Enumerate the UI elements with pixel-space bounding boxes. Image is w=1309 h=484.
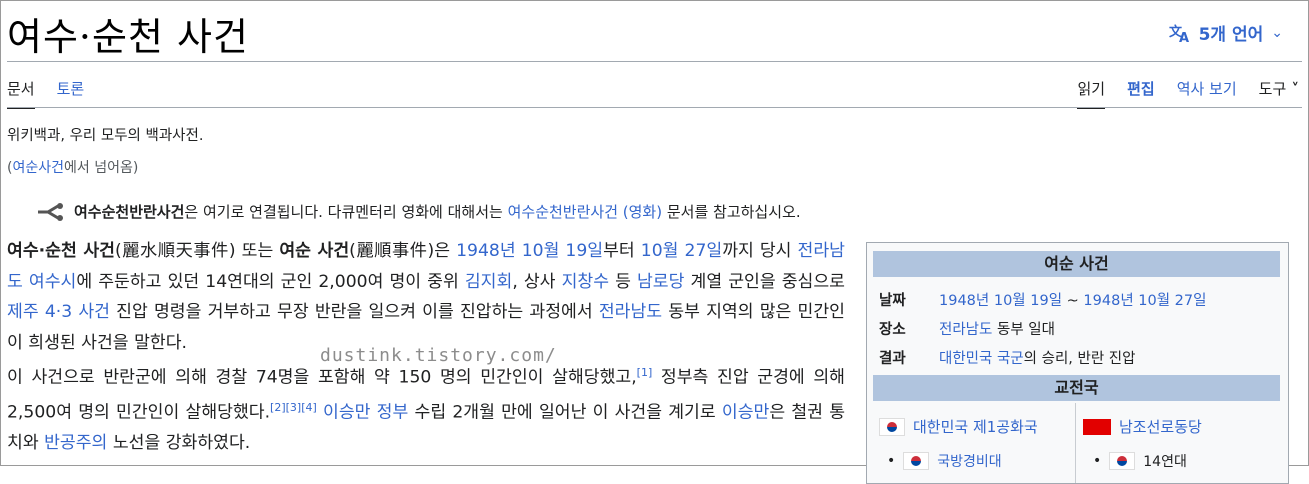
infobox-label: 날짜 — [879, 293, 906, 309]
infobox-label: 결과 — [879, 351, 906, 367]
bullet: • — [887, 453, 896, 469]
bold-term: 여순 사건 — [279, 241, 350, 261]
south-korea-flag-icon — [879, 417, 905, 436]
tab-tools[interactable]: 도구 ˅ — [1259, 78, 1299, 109]
link-date-end[interactable]: 10월 27일 — [641, 241, 722, 261]
belligerent-b: 남조선로동당 — [1083, 416, 1202, 437]
title-divider — [7, 61, 1302, 62]
link-yeosu[interactable]: 여수시 — [29, 272, 76, 292]
hatnote-text-1: 은 여기로 연결됩니다. 다큐멘터리 영화에 대해서는 — [184, 203, 508, 221]
belligerent-a: 대한민국 제1공화국 — [879, 416, 1038, 437]
south-korea-flag-icon — [903, 452, 930, 470]
infobox-title: 여순 사건 — [873, 251, 1280, 277]
text: 까지 당시 — [722, 241, 798, 261]
tab-talk[interactable]: 토론 — [57, 78, 85, 109]
link-place[interactable]: 전라남도 — [939, 322, 992, 338]
text: 이 사건으로 반란군에 의해 경찰 74명을 포함해 약 150 명의 민간인이… — [7, 367, 637, 388]
regiment-label: 14연대 — [1143, 454, 1187, 470]
bullet: • — [1093, 453, 1102, 469]
infobox: 여순 사건 날짜 1948년 10월 19일 ~ 1948년 10월 27일 장… — [866, 242, 1289, 484]
bold-term: 여수·순천 사건 — [7, 241, 115, 261]
hatnote-link[interactable]: 여수순천반란사건 (영화) — [508, 203, 662, 221]
south-korea-flag-icon — [1109, 452, 1136, 470]
link-namnodang-infobox[interactable]: 남조선로동당 — [1119, 416, 1202, 437]
citation-2[interactable]: [2] — [270, 401, 286, 414]
infobox-label: 장소 — [879, 322, 906, 338]
redirect-notice: (여순사건에서 넘어옴) — [7, 157, 138, 177]
text: 수립 2개월 만에 일어난 이 사건을 계기로 — [408, 402, 722, 423]
taegeuk-symbol — [887, 421, 897, 432]
page-title: 여수·순천 사건 — [7, 15, 249, 59]
tab-tools-label: 도구 — [1258, 80, 1287, 98]
language-button[interactable]: 文 A 5개 언어 ⌄ — [1169, 20, 1283, 46]
belligerents-divider — [1075, 403, 1076, 483]
link-start-date[interactable]: 1948년 10월 19일 — [939, 293, 1062, 309]
chevron-down-icon: ⌄ — [1271, 24, 1283, 41]
text: 부터 — [603, 241, 641, 261]
place-text: 동부 일대 — [992, 322, 1055, 338]
link-rhee-government[interactable]: 이승만 정부 — [323, 403, 408, 423]
link-constabulary[interactable]: 국방경비대 — [937, 451, 1001, 471]
hatnote-text-2: 문서를 참고하십시오. — [662, 203, 801, 221]
tab-history[interactable]: 역사 보기 — [1177, 78, 1237, 109]
belligerent-a-sub: • 국방경비대 — [887, 451, 1002, 471]
tab-read[interactable]: 읽기 — [1077, 78, 1106, 109]
citation-4[interactable]: [4] — [301, 401, 317, 414]
language-button-label: 5개 언어 — [1198, 25, 1264, 45]
infobox-value: 대한민국 국군의 승리, 반란 진압 — [939, 347, 1135, 368]
link-jeollanam-do-2[interactable]: 전라남도 — [599, 302, 662, 322]
hatnote-bold: 여수순천반란사건 — [74, 203, 185, 221]
text: (麗順事件)은 — [349, 241, 457, 261]
red-flag-icon — [1083, 418, 1111, 435]
redirect-rest: 에서 넘어옴) — [64, 160, 139, 176]
infobox-row-date: 날짜 1948년 10월 19일 ~ 1948년 10월 27일 — [879, 289, 1206, 310]
watermark: dustink.tistory.com/ — [320, 345, 557, 366]
link-rok-army[interactable]: 대한민국 국군 — [939, 351, 1024, 367]
tab-article[interactable]: 문서 — [7, 78, 35, 109]
hatnote: 여수순천반란사건은 여기로 연결됩니다. 다큐멘터리 영화에 대해서는 여수순천… — [36, 201, 801, 222]
infobox-value: 전라남도 동부 일대 — [939, 318, 1055, 339]
redirect-link[interactable]: 여순사건 — [12, 160, 64, 176]
tab-edit[interactable]: 편집 — [1127, 78, 1155, 109]
text: 노선을 강화하였다. — [107, 433, 251, 454]
link-namnodang[interactable]: 남로당 — [637, 272, 684, 292]
chevron-down-icon: ˅ — [1286, 80, 1299, 98]
text: (麗水順天事件) 또는 — [114, 241, 280, 261]
infobox-value: 1948년 10월 19일 ~ 1948년 10월 27일 — [939, 289, 1206, 310]
link-first-republic[interactable]: 대한민국 제1공화국 — [913, 416, 1038, 437]
infobox-row-place: 장소 전라남도 동부 일대 — [879, 318, 1055, 339]
lead-paragraph-1: 여수·순천 사건(麗水順天事件) 또는 여순 사건(麗順事件)은 1948년 1… — [7, 236, 845, 358]
result-text: 의 승리, 반란 진압 — [1023, 351, 1136, 367]
link-rhee-syngman[interactable]: 이승만 — [722, 403, 769, 423]
citation-1[interactable]: [1] — [637, 366, 653, 379]
link-end-date[interactable]: 1948년 10월 27일 — [1083, 293, 1206, 309]
site-tagline: 위키백과, 우리 모두의 백과사전. — [7, 128, 204, 144]
taegeuk-symbol — [911, 456, 922, 466]
link-date-start[interactable]: 1948년 10월 19일 — [456, 241, 603, 261]
link-anti-communism[interactable]: 반공주의 — [44, 433, 107, 453]
namespace-tabs: 문서 토론 — [7, 78, 84, 109]
view-tabs: 읽기 편집 역사 보기 도구 ˅ — [1077, 78, 1299, 109]
infobox-row-result: 결과 대한민국 국군의 승리, 반란 진압 — [879, 347, 1135, 368]
date-separator: ~ — [1062, 293, 1084, 309]
text: 진압 명령을 거부하고 무장 반란을 일으켜 이를 진압하는 과정에서 — [109, 302, 599, 322]
citation-3[interactable]: [3] — [286, 401, 302, 414]
belligerents-header: 교전국 — [873, 375, 1280, 401]
text: , 상사 — [512, 271, 562, 292]
svg-text:A: A — [1179, 31, 1189, 43]
belligerent-b-sub: • 14연대 — [1093, 451, 1187, 471]
tab-divider — [7, 107, 1302, 108]
disambiguation-icon — [38, 202, 63, 221]
link-jeju-uprising[interactable]: 제주 4·3 사건 — [7, 302, 110, 322]
lead-paragraph-2: 이 사건으로 반란군에 의해 경찰 74명을 포함해 약 150 명의 민간인이… — [7, 358, 845, 459]
text: 등 — [609, 271, 637, 292]
taegeuk-symbol — [1117, 456, 1128, 466]
link-ji-chang-su[interactable]: 지창수 — [562, 272, 609, 292]
text: 계열 군인을 중심으로 — [684, 271, 845, 292]
translate-icon: 文 A — [1169, 24, 1189, 43]
link-kim-ji-hoe[interactable]: 김지회 — [465, 272, 512, 292]
hatnote-text: 여수순천반란사건은 여기로 연결됩니다. 다큐멘터리 영화에 대해서는 여수순천… — [74, 201, 801, 222]
text: 에 주둔하고 있던 14연대의 군인 2,000여 명이 중위 — [76, 271, 465, 292]
